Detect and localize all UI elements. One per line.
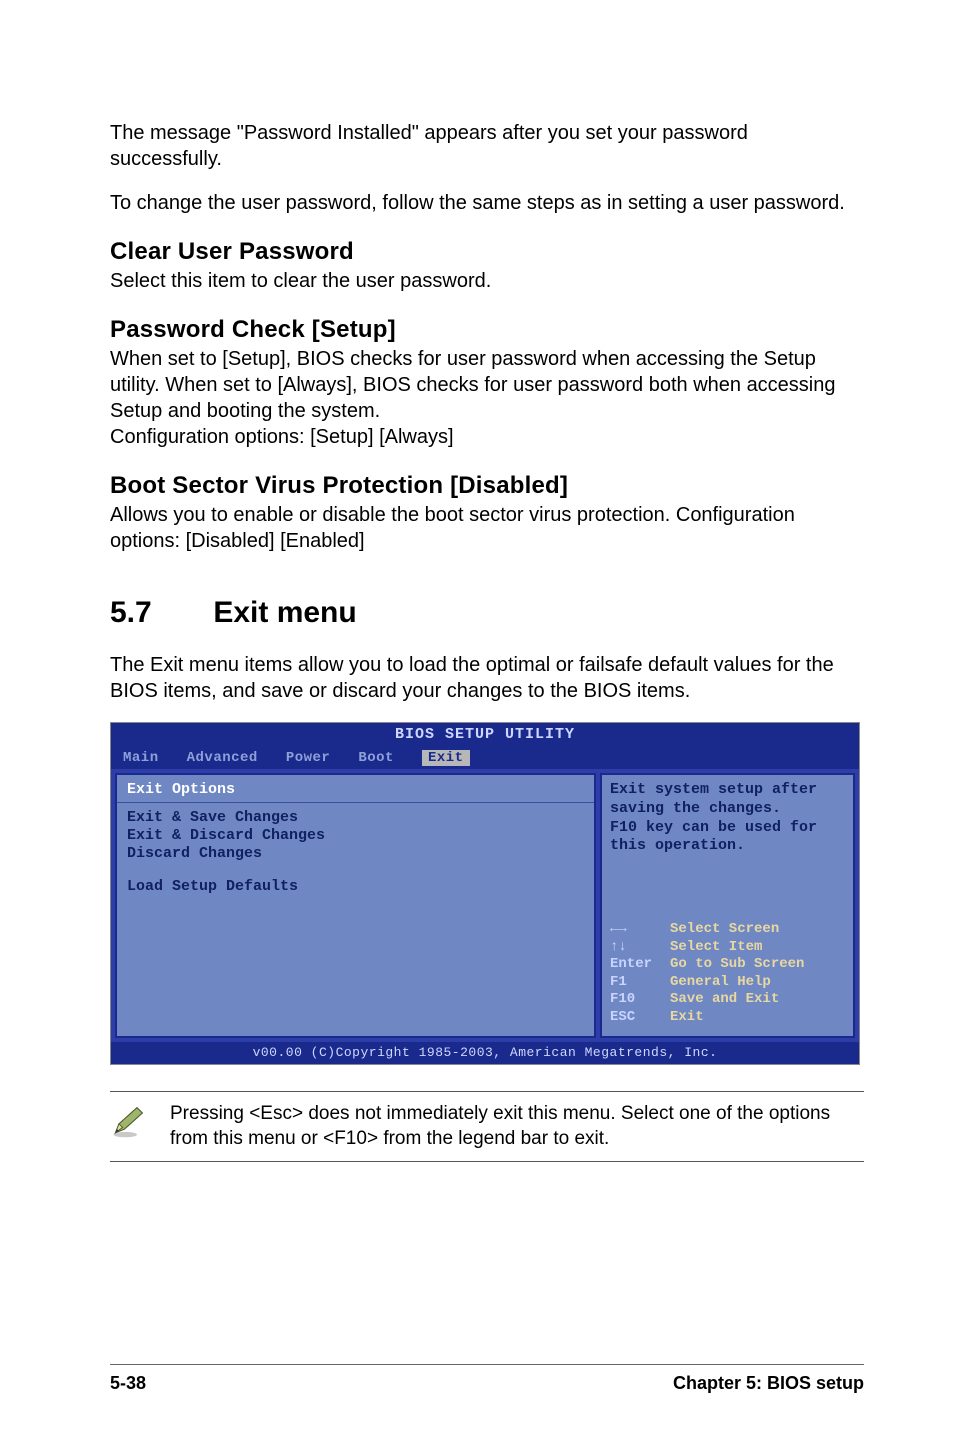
legend-label: Select Item: [670, 939, 762, 957]
paragraph: Select this item to clear the user passw…: [110, 268, 864, 294]
paragraph: To change the user password, follow the …: [110, 190, 864, 216]
paragraph: The message "Password Installed" appears…: [110, 120, 864, 172]
bios-screenshot: BIOS SETUP UTILITY Main Advanced Power B…: [110, 722, 860, 1065]
chapter-heading: 5.7 Exit menu: [110, 596, 864, 630]
bios-menu-item[interactable]: Exit & Save Changes: [127, 809, 584, 826]
bios-menu-item[interactable]: Load Setup Defaults: [127, 878, 584, 895]
legend-key: Enter: [610, 956, 660, 974]
bios-title: BIOS SETUP UTILITY: [111, 723, 859, 747]
note-block: Pressing <Esc> does not immediately exit…: [110, 1091, 864, 1162]
bios-tab-exit[interactable]: Exit: [422, 750, 470, 766]
legend-key: F10: [610, 991, 660, 1009]
bios-tab-boot[interactable]: Boot: [358, 750, 394, 766]
bios-body: Exit Options Exit & Save Changes Exit & …: [111, 769, 859, 1042]
bios-menu-item[interactable]: Discard Changes: [127, 845, 584, 862]
section-heading-clear-password: Clear User Password: [110, 238, 864, 266]
legend-label: General Help: [670, 974, 771, 992]
bios-left-pane: Exit Options Exit & Save Changes Exit & …: [115, 773, 596, 1038]
divider: [117, 802, 594, 803]
bios-footer: v00.00 (C)Copyright 1985-2003, American …: [111, 1042, 859, 1064]
page-footer: 5-38 Chapter 5: BIOS setup: [110, 1364, 864, 1394]
legend-key: ↑↓: [610, 939, 660, 957]
bios-tab-power[interactable]: Power: [286, 750, 331, 766]
note-text: Pressing <Esc> does not immediately exit…: [170, 1102, 860, 1151]
bios-help-text: Exit system setup after saving the chang…: [610, 781, 845, 856]
legend-key: ESC: [610, 1009, 660, 1027]
paragraph: Allows you to enable or disable the boot…: [110, 502, 864, 554]
pencil-icon: [110, 1102, 148, 1145]
bios-tab-bar: Main Advanced Power Boot Exit: [111, 747, 859, 769]
legend-label: Select Screen: [670, 921, 779, 939]
page-number: 5-38: [110, 1373, 146, 1394]
bios-legend: ←→ Select Screen ↑↓ Select Item Enter Go to…: [610, 921, 845, 1026]
legend-label: Go to Sub Screen: [670, 956, 804, 974]
page: The message "Password Installed" appears…: [0, 0, 954, 1438]
section-heading-boot-sector: Boot Sector Virus Protection [Disabled]: [110, 472, 864, 500]
legend-key: ←→: [610, 921, 660, 939]
paragraph: The Exit menu items allow you to load th…: [110, 652, 864, 704]
bios-right-pane: Exit system setup after saving the chang…: [600, 773, 855, 1038]
chapter-number: 5.7: [110, 596, 205, 630]
chapter-label: Chapter 5: BIOS setup: [673, 1373, 864, 1394]
paragraph: When set to [Setup], BIOS checks for use…: [110, 346, 864, 450]
bios-tab-main[interactable]: Main: [123, 750, 159, 766]
chapter-title: Exit menu: [213, 596, 356, 629]
spacer: [127, 863, 584, 877]
bios-pane-title: Exit Options: [127, 781, 584, 798]
bios-tab-advanced[interactable]: Advanced: [187, 750, 258, 766]
section-heading-password-check: Password Check [Setup]: [110, 316, 864, 344]
bios-menu-item[interactable]: Exit & Discard Changes: [127, 827, 584, 844]
legend-key: F1: [610, 974, 660, 992]
legend-label: Save and Exit: [670, 991, 779, 1009]
legend-label: Exit: [670, 1009, 704, 1027]
